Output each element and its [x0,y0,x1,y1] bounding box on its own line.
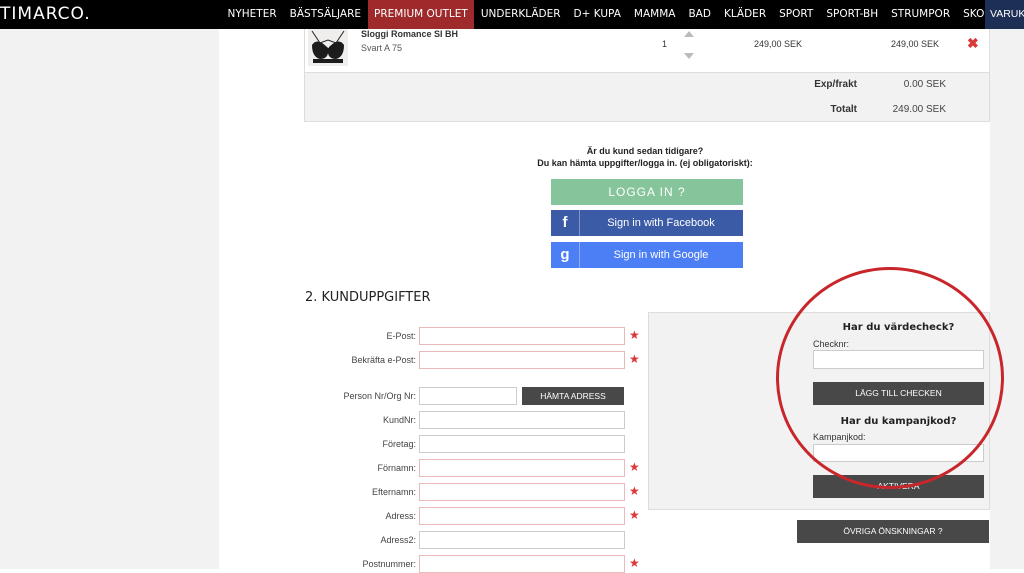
shipping-label: Exp/frakt [814,79,857,90]
postcode-label: Postnummer: [362,559,416,569]
logo[interactable]: TIMARCO. [0,4,91,24]
main-nav: NYHETER BÄSTSÄLJARE PREMIUM OUTLET UNDER… [221,0,998,29]
required-star-icon: ★ [629,328,640,342]
confirm-email-label: Bekräfta e-Post: [351,355,416,365]
cart-item-row: Sloggi Romance SI BH Svart A 75 1 249,00… [304,29,990,72]
quantity-value: 1 [662,39,668,49]
quantity-decrease-icon[interactable] [684,53,694,59]
nav-item-sport-bh[interactable]: SPORT-BH [820,0,885,29]
right-background [990,0,1024,569]
campaign-code-field[interactable] [813,444,984,462]
nav-item-strumpor[interactable]: STRUMPOR [885,0,957,29]
postcode-field[interactable] [419,555,625,573]
remove-item-icon[interactable]: ✖ [967,35,979,52]
google-signin-label: Sign in with Google [613,249,709,261]
customer-details-title: 2. KUNDUPPGIFTER [305,290,431,305]
company-field[interactable] [419,435,625,453]
lastname-label: Efternamn: [371,487,416,497]
other-wishes-button[interactable]: ÖVRIGA ÖNSKNINGAR ? [797,520,989,543]
facebook-icon: f [551,210,580,236]
total-value: 249.00 SEK [892,104,946,115]
login-button[interactable]: LOGGA IN ? [551,179,743,205]
required-star-icon: ★ [629,352,640,366]
activate-button[interactable]: AKTIVERA [813,475,984,498]
kundnr-field[interactable] [419,411,625,429]
product-image[interactable] [308,29,348,66]
check-number-label: Checknr: [813,339,850,349]
address-field[interactable] [419,507,625,525]
nav-item-mamma[interactable]: MAMMA [627,0,682,29]
product-name[interactable]: Sloggi Romance SI BH [361,29,458,39]
top-nav-bar: TIMARCO. NYHETER BÄSTSÄLJARE PREMIUM OUT… [0,0,1024,29]
total-label: Totalt [830,104,857,115]
voucher-title: Har du värdecheck? [842,322,955,333]
confirm-email-field[interactable] [419,351,625,369]
nav-item-d-kupa[interactable]: D+ KUPA [567,0,627,29]
returning-customer-question: Är du kund sedan tidigare? [586,146,704,156]
required-star-icon: ★ [629,460,640,474]
shipping-value: 0.00 SEK [903,79,946,90]
email-field[interactable] [419,327,625,345]
line-total: 249,00 SEK [891,39,940,49]
person-nr-label: Person Nr/Org Nr: [343,391,416,401]
nav-item-sport[interactable]: SPORT [773,0,820,29]
login-hint: Du kan hämta uppgifter/logga in. (ej obl… [537,158,753,168]
add-check-button[interactable]: LÄGG TILL CHECKEN [813,382,984,405]
nav-item-premium-outlet[interactable]: PREMIUM OUTLET [367,0,475,29]
fetch-address-button[interactable]: HÄMTA ADRESS [522,387,624,405]
nav-item-underklader[interactable]: UNDERKLÄDER [474,0,567,29]
nav-item-bastsaljare[interactable]: BÄSTSÄLJARE [283,0,367,29]
address-label: Adress: [385,511,416,521]
facebook-signin-label: Sign in with Facebook [607,217,715,229]
person-nr-field[interactable] [419,387,517,405]
unit-price: 249,00 SEK [754,39,803,49]
lastname-field[interactable] [419,483,625,501]
firstname-label: Förnamn: [377,463,416,473]
google-icon: g [551,242,580,268]
nav-item-nyheter[interactable]: NYHETER [221,0,283,29]
check-number-field[interactable] [813,350,984,369]
campaign-title: Har du kampanjkod? [840,416,957,427]
nav-item-bad[interactable]: BAD [682,0,717,29]
product-variant: Svart A 75 [361,43,403,53]
cart-tab[interactable]: VARUKORG [985,0,1024,29]
address2-field[interactable] [419,531,625,549]
campaign-code-label: Kampanjkod: [813,432,866,442]
required-star-icon: ★ [629,508,640,522]
facebook-signin-button[interactable]: f Sign in with Facebook [551,210,743,236]
quantity-increase-icon[interactable] [684,31,694,37]
firstname-field[interactable] [419,459,625,477]
required-star-icon: ★ [629,556,640,570]
left-background [0,0,219,569]
email-label: E-Post: [386,331,416,341]
company-label: Företag: [382,439,416,449]
required-star-icon: ★ [629,484,640,498]
cart-summary: Exp/frakt 0.00 SEK Totalt 249.00 SEK [304,72,990,122]
address2-label: Adress2: [380,535,416,545]
google-signin-button[interactable]: g Sign in with Google [551,242,743,268]
kundnr-label: KundNr: [382,415,416,425]
nav-item-klader[interactable]: KLÄDER [717,0,772,29]
